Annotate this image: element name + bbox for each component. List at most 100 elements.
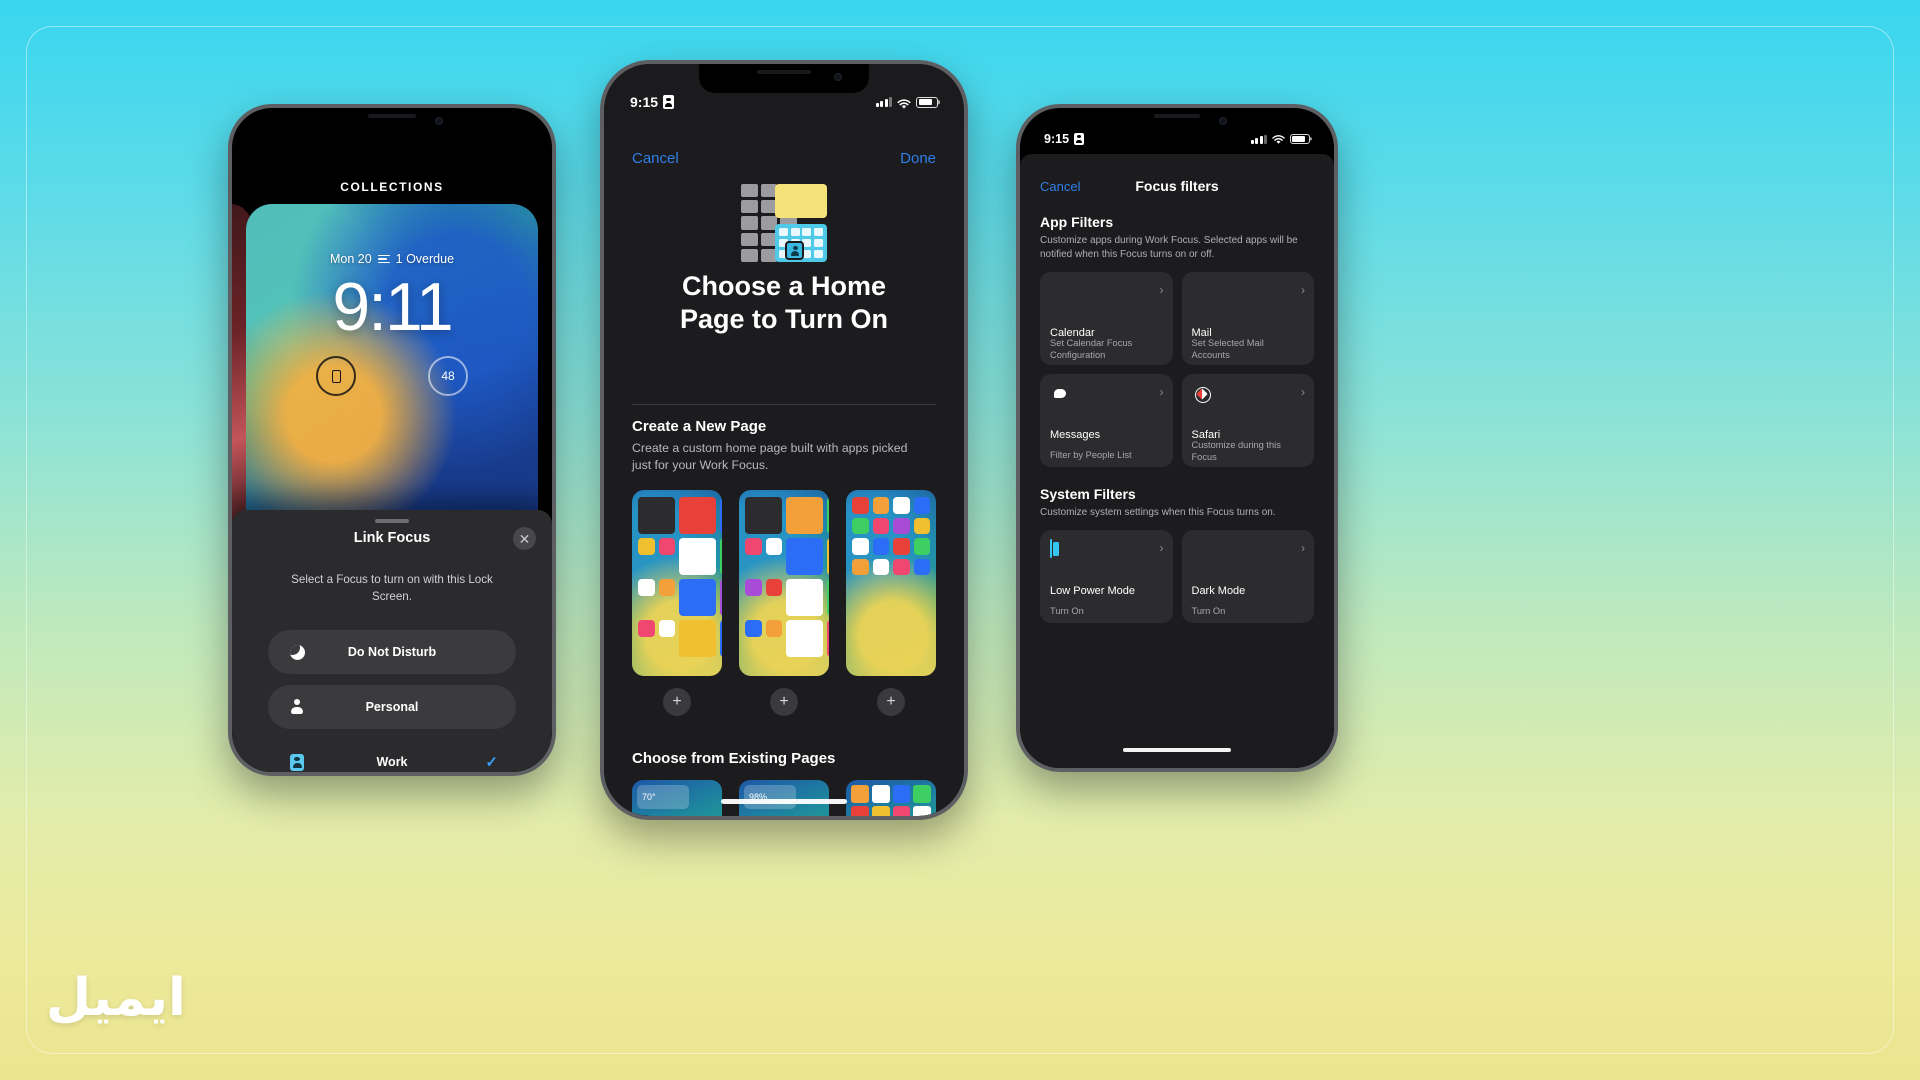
filter-card-subtitle: Turn On [1191, 605, 1226, 616]
earpiece-speaker [1154, 114, 1200, 118]
power-button[interactable] [555, 278, 556, 340]
page-preview-3[interactable] [846, 490, 936, 676]
existing-page-1[interactable]: 70° [632, 780, 722, 816]
lock-screen-preview[interactable]: Mon 20 1 Overdue 9:11 48 [246, 204, 538, 544]
filter-card-subtitle: Turn On [1050, 605, 1084, 616]
phone-center: 9:15 Cancel Done Choose a Home Page to T… [600, 60, 968, 820]
volume-down-button[interactable] [600, 296, 601, 344]
collections-label: COLLECTIONS [340, 180, 444, 194]
front-camera [1218, 117, 1227, 125]
add-page-button-3[interactable]: + [846, 688, 936, 716]
app-filters-section: App Filters Customize apps during Work F… [1040, 214, 1314, 467]
notch [317, 108, 467, 134]
new-page-thumbnails [632, 490, 936, 676]
volume-up-button[interactable] [1016, 256, 1017, 298]
moon-icon [287, 642, 307, 662]
divider [632, 404, 936, 405]
filter-card-dark-mode[interactable]: › Dark Mode Turn On [1181, 530, 1314, 623]
link-focus-sheet: Link Focus ✕ Select a Focus to turn on w… [232, 510, 552, 772]
phone-center-screen: 9:15 Cancel Done Choose a Home Page to T… [604, 64, 964, 816]
nav-bar: Focus filters Cancel [1020, 174, 1334, 198]
mute-switch[interactable] [600, 186, 601, 214]
app-filters-heading: App Filters [1040, 214, 1114, 230]
power-button[interactable] [967, 260, 968, 330]
status-bar-left: 9:15 [1044, 132, 1085, 146]
existing-page-2[interactable]: 98% [739, 780, 829, 816]
focus-option-personal[interactable]: Personal [268, 685, 516, 729]
volume-up-button[interactable] [600, 234, 601, 282]
focus-option-do-not-disturb[interactable]: Do Not Disturb [268, 630, 516, 674]
status-bar-left: 9:15 [630, 94, 675, 110]
chevron-right-icon: › [1301, 283, 1305, 297]
filter-card-mail[interactable]: › Mail Set Selected Mail Accounts [1181, 272, 1314, 365]
low-power-icon [1050, 539, 1052, 558]
app-filters-description: Customize apps during Work Focus. Select… [1040, 235, 1298, 260]
page-title-line-2: Page to Turn On [680, 303, 888, 334]
close-icon[interactable]: ✕ [513, 527, 536, 550]
widget-battery-ring[interactable] [316, 356, 356, 396]
status-bar-right [1250, 134, 1310, 144]
lock-time: 9:11 [332, 269, 453, 345]
phone-right: 9:15 Focus filters Cancel App Filters Cu… [1016, 104, 1338, 772]
home-indicator[interactable] [721, 799, 847, 804]
add-page-button-2[interactable]: + [739, 688, 829, 716]
widget-activity-ring[interactable]: 48 [428, 356, 468, 396]
notch [1104, 108, 1250, 133]
mute-switch[interactable] [228, 216, 229, 242]
wifi-icon [1272, 134, 1285, 144]
page-preview-1[interactable] [632, 490, 722, 676]
wifi-icon [897, 97, 911, 109]
existing-pages-heading: Choose from Existing Pages [632, 750, 836, 767]
add-page-button-1[interactable]: + [632, 688, 722, 716]
weather-widget: 70° [637, 785, 689, 809]
preview-app-grid [745, 497, 829, 657]
existing-page-3[interactable] [846, 780, 936, 816]
volume-up-button[interactable] [228, 258, 229, 300]
lock-date: Mon 20 [329, 252, 372, 266]
person-icon [287, 697, 307, 717]
filter-card-low-power-mode[interactable]: › Low Power Mode Turn On [1040, 530, 1173, 623]
filter-card-title: Messages [1050, 429, 1101, 441]
front-camera [833, 73, 842, 81]
cancel-button[interactable]: Cancel [632, 150, 679, 167]
cancel-button[interactable]: Cancel [1040, 179, 1080, 194]
reminders-lines-icon [377, 254, 390, 264]
focus-filters-sheet: Focus filters Cancel App Filters Customi… [1020, 154, 1334, 768]
modal-sheet: Cancel Done Choose a Home Page to Turn O… [604, 122, 964, 816]
page-preview-2[interactable] [739, 490, 829, 676]
chevron-right-icon: › [1301, 385, 1305, 399]
filter-card-safari[interactable]: › Safari Customize during this Focus [1181, 374, 1314, 467]
done-button[interactable]: Done [900, 150, 936, 167]
filter-card-subtitle: Customize during this Focus [1191, 439, 1281, 462]
battery-icon [916, 96, 938, 108]
mute-switch[interactable] [1016, 214, 1017, 240]
focus-options-list: Do Not Disturb Personal Work ✓ [268, 630, 516, 772]
notch [699, 64, 869, 93]
sheet-description: Select a Focus to turn on with this Lock… [291, 573, 493, 603]
lock-widgets: 48 [246, 356, 538, 396]
volume-down-button[interactable] [228, 312, 229, 354]
sheet-title: Link Focus [353, 530, 431, 546]
filter-card-subtitle: Filter by People List [1050, 449, 1132, 460]
home-page-hero-icon [741, 184, 827, 262]
sheet-grabber[interactable] [375, 519, 409, 523]
system-filter-cards: › Low Power Mode Turn On › Dark Mode Tur… [1040, 530, 1314, 623]
chevron-right-icon: › [1159, 385, 1164, 399]
phone-right-screen: 9:15 Focus filters Cancel App Filters Cu… [1020, 108, 1334, 768]
page-title: Choose a Home Page to Turn On [632, 270, 936, 336]
focus-option-work[interactable]: Work ✓ [268, 740, 516, 772]
home-indicator[interactable] [1123, 747, 1231, 752]
power-button[interactable] [1337, 276, 1338, 338]
status-time: 9:15 [1044, 132, 1070, 146]
watermark-logo: ايميل [46, 968, 186, 1028]
chevron-right-icon: › [1159, 283, 1164, 297]
status-bar: 9:15 [1020, 132, 1334, 146]
filter-card-calendar[interactable]: › Calendar Set Calendar Focus Configurat… [1040, 272, 1173, 365]
filter-card-subtitle: Set Selected Mail Accounts [1191, 337, 1264, 360]
phone-left-screen: COLLECTIONS Mon 20 1 Overdue 9:11 48 Lin… [232, 108, 552, 772]
volume-down-button[interactable] [1016, 310, 1017, 352]
chevron-right-icon: › [1301, 541, 1305, 555]
earpiece-speaker [757, 70, 811, 74]
cellular-signal-icon [875, 97, 892, 107]
filter-card-messages[interactable]: › Messages Filter by People List [1040, 374, 1173, 467]
